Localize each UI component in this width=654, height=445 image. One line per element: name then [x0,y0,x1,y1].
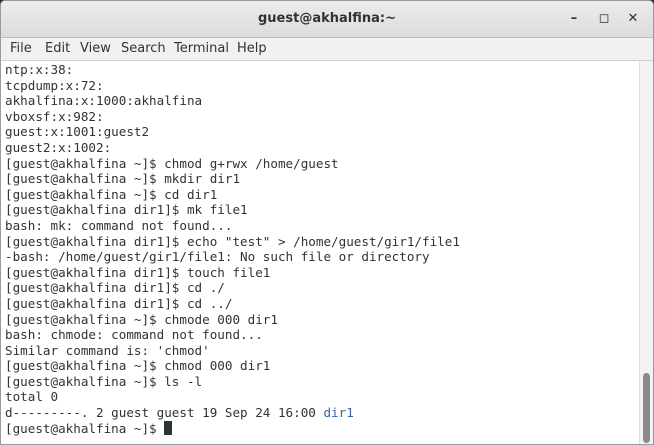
terminal-output[interactable]: ntp:x:38: tcpdump:x:72: akhalfina:x:1000… [1,61,639,444]
terminal-line: vboxsf:x:982: [5,108,104,124]
menu-edit[interactable]: Edit [45,41,70,56]
terminal-line: [guest@akhalfina ~]$ cd dir1 [5,186,218,202]
terminal-window: guest@akhalfina:~ – ◻ ✕ File Edit View S… [0,0,654,445]
maximize-button[interactable]: ◻ [594,9,614,29]
menu-bar: File Edit View Search Terminal Help [1,38,653,61]
prompt-line: [guest@akhalfina ~]$ [5,420,639,437]
terminal-line: -bash: /home/guest/gir1/file1: No such f… [5,249,430,265]
terminal-line: [guest@akhalfina ~]$ chmod 000 dir1 [5,358,271,374]
menu-help[interactable]: Help [237,41,267,56]
terminal-line: [guest@akhalfina dir1]$ mk file1 [5,202,248,218]
terminal-line: guest2:x:1002: [5,139,112,155]
scrollbar[interactable] [639,61,653,444]
terminal-line: [guest@akhalfina ~]$ chmod g+rwx /home/g… [5,155,339,171]
terminal-line: [guest@akhalfina dir1]$ echo "test" > /h… [5,233,460,249]
window-title: guest@akhalfina:~ [258,11,396,26]
terminal-line: bash: mk: command not found... [5,217,233,233]
terminal-line: [guest@akhalfina dir1]$ cd ./ [5,280,225,296]
terminal-line: akhalfina:x:1000:akhalfina [5,93,203,109]
menu-search[interactable]: Search [121,41,166,56]
menu-file[interactable]: File [10,41,32,56]
close-button[interactable]: ✕ [623,9,643,29]
terminal-line: [guest@akhalfina ~]$ chmode 000 dir1 [5,311,278,327]
terminal-line: bash: chmode: command not found... [5,327,263,343]
ls-permissions-text: d---------. 2 guest guest 19 Sep 24 16:0… [5,405,324,421]
directory-name: dir1 [323,405,354,421]
terminal-line: ntp:x:38: [5,62,74,77]
ls-output-line: d---------. 2 guest guest 19 Sep 24 16:0… [5,405,639,421]
shell-prompt: [guest@akhalfina ~]$ [5,420,165,436]
scrollbar-thumb[interactable] [643,373,650,443]
terminal-line: [guest@akhalfina dir1]$ touch file1 [5,264,271,280]
title-bar[interactable]: guest@akhalfina:~ – ◻ ✕ [1,1,653,38]
menu-view[interactable]: View [80,41,111,56]
terminal-line: [guest@akhalfina dir1]$ cd ../ [5,295,233,311]
menu-terminal[interactable]: Terminal [174,41,229,56]
text-cursor [164,420,173,435]
terminal-line: [guest@akhalfina ~]$ ls -l [5,373,203,389]
terminal-line: total 0 [5,389,59,405]
minimize-button[interactable]: – [564,9,584,29]
terminal-line: Similar command is: 'chmod' [5,342,210,358]
terminal-line: tcpdump:x:72: [5,77,104,93]
terminal-line: guest:x:1001:guest2 [5,124,150,140]
terminal-line: [guest@akhalfina ~]$ mkdir dir1 [5,171,241,187]
